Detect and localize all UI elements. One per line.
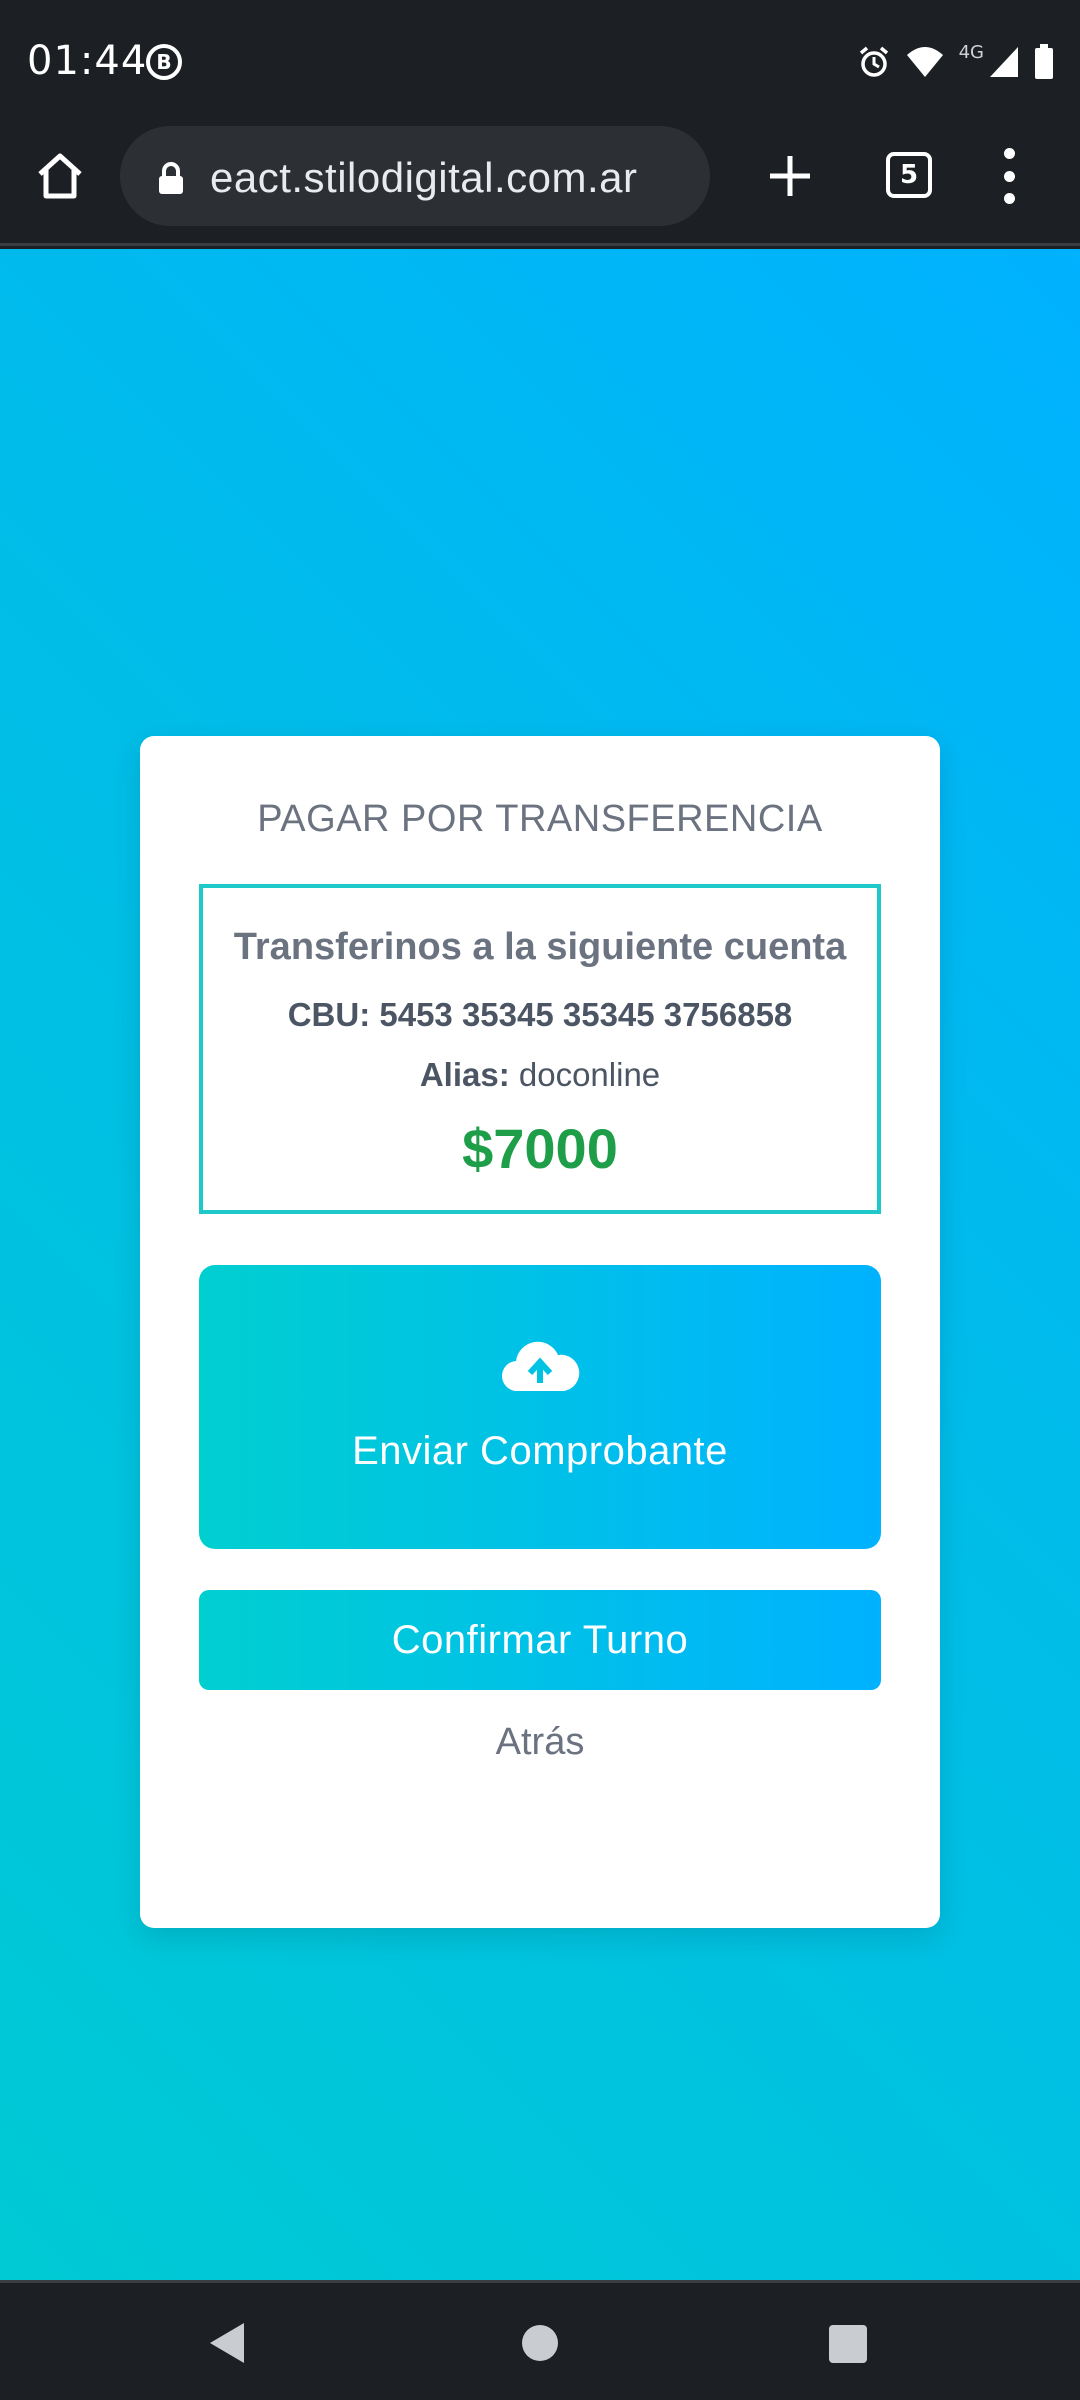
alarm-icon — [857, 45, 891, 79]
account-heading: Transferinos a la siguiente cuenta — [233, 926, 847, 968]
payment-card: PAGAR POR TRANSFERENCIA Transferinos a l… — [140, 736, 940, 1928]
payment-amount: $7000 — [462, 1117, 618, 1180]
status-bar: 01:44 B 4G — [0, 0, 1080, 120]
recents-icon[interactable] — [829, 2325, 867, 2363]
home-icon[interactable] — [30, 146, 90, 206]
notification-badge-icon: B — [146, 44, 182, 80]
wifi-icon — [905, 45, 945, 79]
upload-label: Enviar Comprobante — [352, 1429, 728, 1473]
cbu-line: CBU: 5453 35345 35345 3756858 — [203, 996, 877, 1034]
account-info-box: Transferinos a la siguiente cuenta CBU: … — [199, 884, 881, 1214]
tabs-icon[interactable]: 5 — [886, 152, 932, 198]
cbu-label: CBU: — [287, 996, 371, 1033]
alias-label: Alias: — [419, 1056, 510, 1093]
system-nav-bar — [0, 2280, 1080, 2400]
page-background: PAGAR POR TRANSFERENCIA Transferinos a l… — [0, 249, 1080, 2280]
alias-line: Alias: doconline — [203, 1056, 877, 1094]
lock-icon — [156, 162, 186, 201]
url-text: eact.stilodigital.com.ar — [210, 154, 638, 201]
menu-icon[interactable] — [996, 148, 1022, 204]
status-icons: 4G — [857, 40, 1054, 84]
confirm-appointment-button[interactable]: Confirmar Turno — [199, 1590, 881, 1690]
browser-toolbar: eact.stilodigital.com.ar 5 — [0, 120, 1080, 246]
battery-icon — [1034, 44, 1054, 80]
back-link[interactable]: Atrás — [140, 1721, 940, 1764]
address-bar[interactable]: eact.stilodigital.com.ar — [120, 126, 710, 226]
signal-icon — [988, 45, 1020, 79]
home-nav-icon[interactable] — [522, 2325, 558, 2361]
back-icon[interactable] — [206, 2321, 248, 2370]
card-title: PAGAR POR TRANSFERENCIA — [257, 798, 823, 840]
status-time: 01:44 — [27, 38, 148, 84]
network-type-label: 4G — [958, 41, 984, 63]
new-tab-icon[interactable] — [762, 148, 818, 204]
upload-receipt-button[interactable]: Enviar Comprobante — [199, 1265, 881, 1549]
cloud-upload-icon — [500, 1335, 580, 1395]
cbu-value: 5453 35345 35345 3756858 — [379, 996, 793, 1033]
alias-value: doconline — [518, 1056, 661, 1093]
